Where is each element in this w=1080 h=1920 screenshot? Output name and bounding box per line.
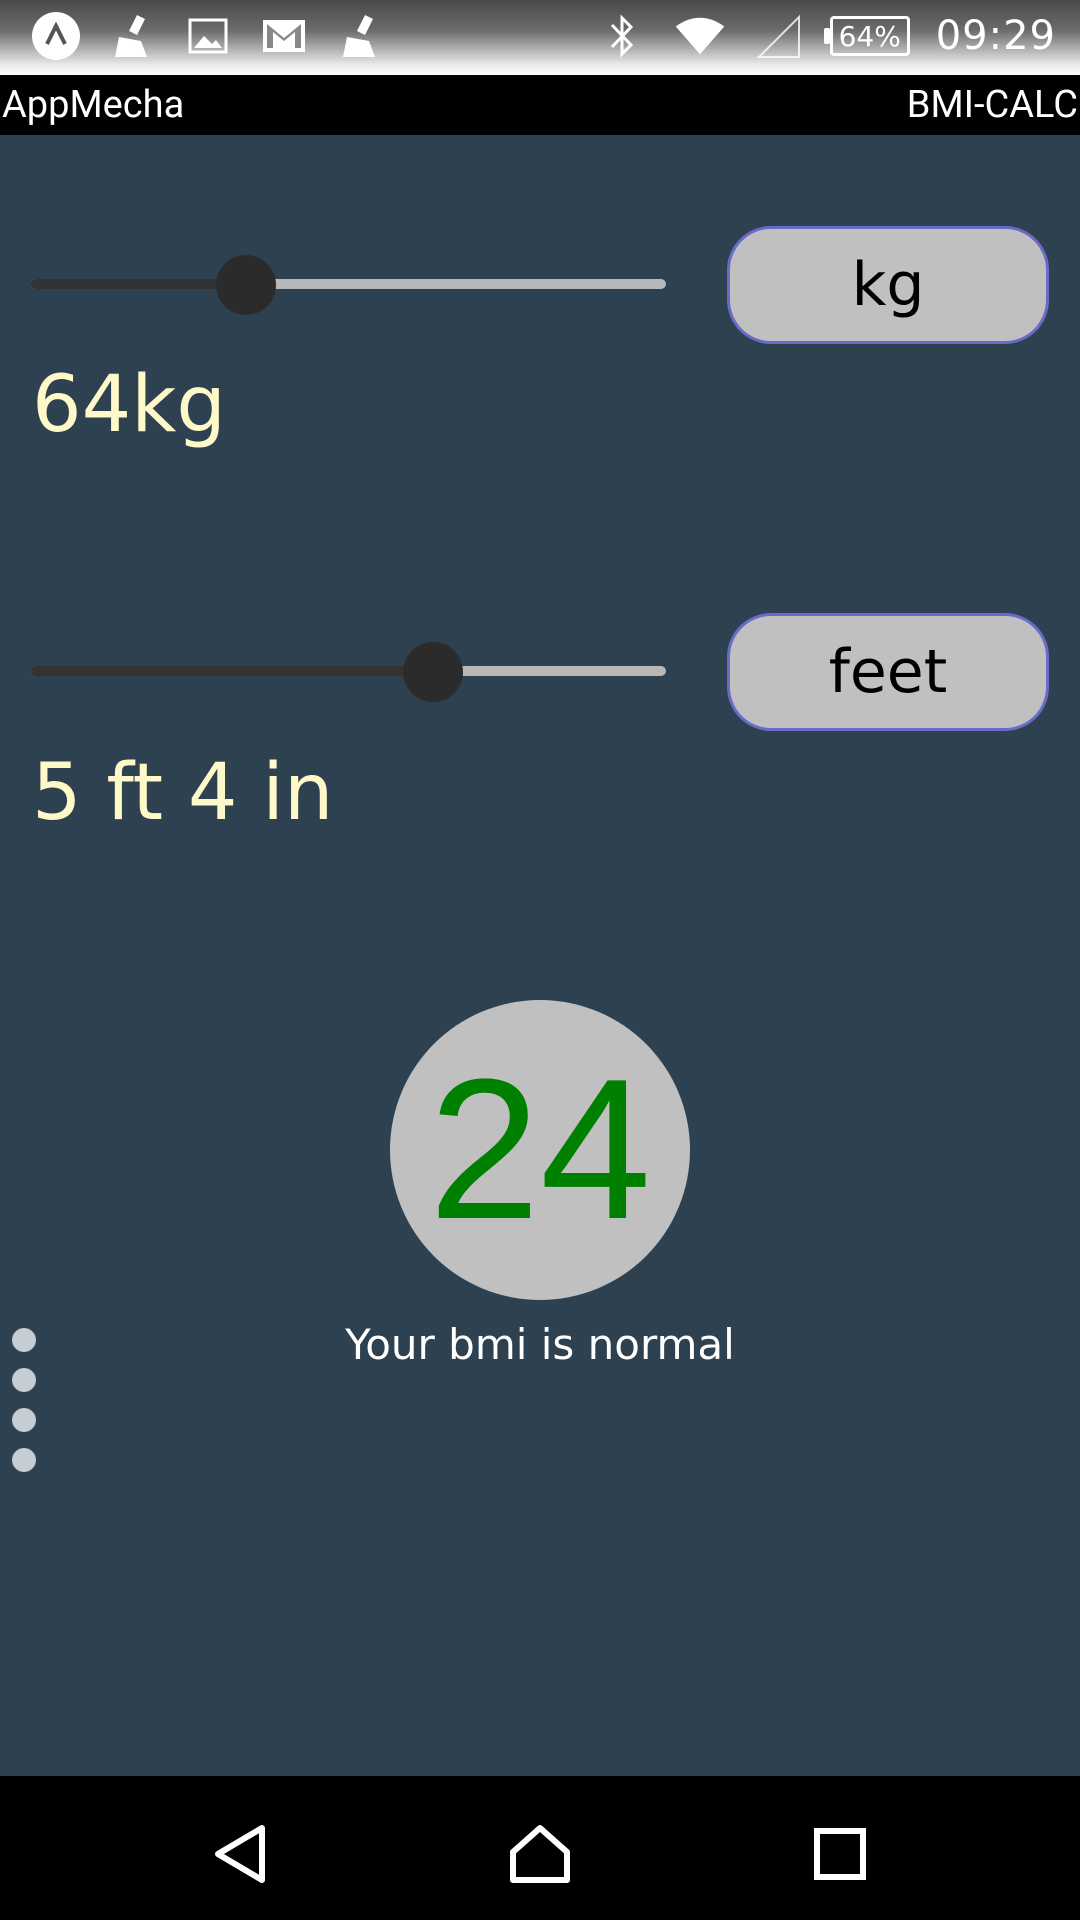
weight-slider-thumb[interactable] bbox=[216, 255, 276, 315]
signal-icon bbox=[752, 10, 804, 62]
navigation-bar bbox=[0, 1776, 1080, 1920]
weight-value: 64kg bbox=[32, 360, 226, 450]
weight-unit-button[interactable]: kg bbox=[727, 226, 1049, 344]
clock: 09:29 bbox=[935, 13, 1056, 59]
image-icon bbox=[182, 10, 234, 62]
recents-icon bbox=[814, 1828, 866, 1880]
page-dot[interactable] bbox=[12, 1328, 36, 1352]
bmi-value: 24 bbox=[428, 1038, 652, 1261]
height-slider-fill bbox=[30, 666, 433, 676]
broom-icon bbox=[334, 10, 386, 62]
screen-title: BMI-CALC bbox=[906, 83, 1078, 127]
title-bar: AppMecha BMI-CALC bbox=[0, 75, 1080, 135]
wifi-icon bbox=[674, 10, 726, 62]
app-name: AppMecha bbox=[2, 83, 185, 127]
home-icon bbox=[510, 1825, 570, 1883]
back-icon bbox=[215, 1825, 265, 1883]
home-button[interactable] bbox=[500, 1814, 580, 1894]
notification-icons bbox=[30, 8, 386, 64]
weight-slider-fill bbox=[30, 279, 246, 289]
page-dot[interactable] bbox=[12, 1408, 36, 1432]
recents-button[interactable] bbox=[800, 1814, 880, 1894]
system-icons: 64% 09:29 bbox=[596, 8, 1056, 64]
height-slider[interactable] bbox=[30, 642, 666, 702]
bmi-message: Your bmi is normal bbox=[345, 1320, 735, 1369]
bluetooth-icon bbox=[596, 10, 648, 62]
page-dot[interactable] bbox=[12, 1448, 36, 1472]
back-button[interactable] bbox=[200, 1814, 280, 1894]
height-unit-button[interactable]: feet bbox=[727, 613, 1049, 731]
status-bar: 64% 09:29 bbox=[0, 0, 1080, 75]
battery-indicator: 64% bbox=[823, 16, 910, 56]
page-dot[interactable] bbox=[12, 1368, 36, 1392]
broom-icon bbox=[106, 10, 158, 62]
height-value: 5 ft 4 in bbox=[32, 748, 334, 838]
page-indicator[interactable] bbox=[12, 1328, 36, 1472]
height-slider-thumb[interactable] bbox=[403, 642, 463, 702]
weight-slider[interactable] bbox=[30, 255, 666, 315]
app-icon bbox=[30, 10, 82, 62]
bmi-result-circle: 24 bbox=[390, 1000, 690, 1300]
gmail-icon bbox=[258, 10, 310, 62]
